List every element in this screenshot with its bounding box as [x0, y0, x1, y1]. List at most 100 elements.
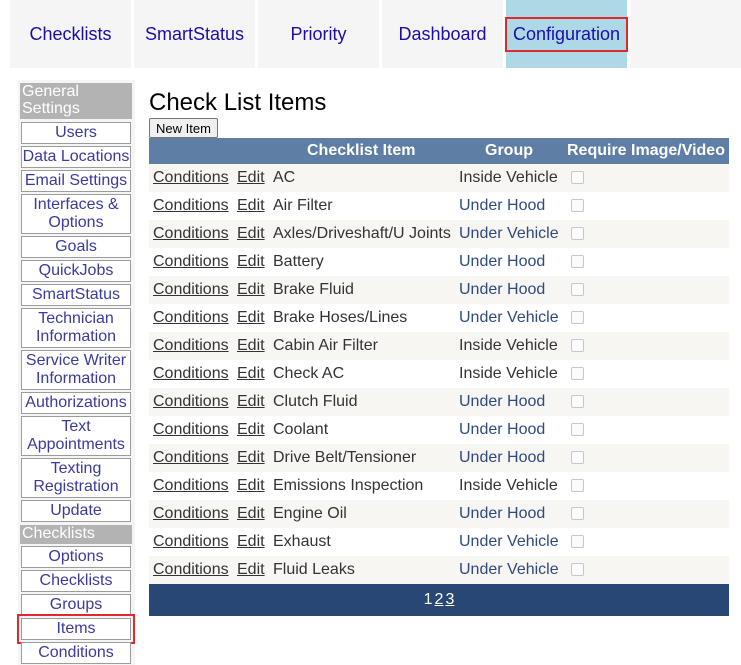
- edit-link[interactable]: Edit: [237, 253, 265, 271]
- sidebar-item-interfaces-options[interactable]: Interfaces & Options: [21, 194, 131, 234]
- edit-link[interactable]: Edit: [237, 197, 265, 215]
- checklist-item-name: Emissions Inspection: [273, 477, 424, 494]
- tab-empty: [630, 0, 741, 68]
- require-image-video-checkbox[interactable]: [571, 199, 584, 212]
- require-image-video-checkbox[interactable]: [571, 479, 584, 492]
- require-image-video-checkbox[interactable]: [571, 311, 584, 324]
- checklist-item-group: Inside Vehicle: [459, 365, 558, 382]
- tab-configuration[interactable]: Configuration: [504, 0, 629, 68]
- edit-link[interactable]: Edit: [237, 337, 265, 355]
- require-image-video-checkbox[interactable]: [571, 395, 584, 408]
- conditions-link[interactable]: Conditions: [153, 225, 229, 243]
- sidebar-heading-general-settings: General Settings: [20, 83, 132, 119]
- sidebar-item-technician-information[interactable]: Technician Information: [21, 308, 131, 348]
- edit-link[interactable]: Edit: [237, 281, 265, 299]
- checklist-item-name: Brake Fluid: [273, 281, 354, 298]
- sidebar-item-items[interactable]: Items: [17, 614, 135, 644]
- conditions-link[interactable]: Conditions: [153, 393, 229, 411]
- checklist-item-name: Exhaust: [273, 533, 331, 550]
- new-item-button[interactable]: New Item: [149, 118, 218, 138]
- conditions-link[interactable]: Conditions: [153, 253, 229, 271]
- tab-smartstatus[interactable]: SmartStatus: [134, 0, 255, 68]
- conditions-link[interactable]: Conditions: [153, 281, 229, 299]
- checklist-item-name: Battery: [273, 253, 324, 270]
- edit-link[interactable]: Edit: [237, 477, 265, 495]
- sidebar: General Settings Users Data Locations Em…: [17, 80, 135, 665]
- conditions-link[interactable]: Conditions: [153, 449, 229, 467]
- conditions-link[interactable]: Conditions: [153, 533, 229, 551]
- conditions-link[interactable]: Conditions: [153, 477, 229, 495]
- checklist-item-group: Under Hood: [459, 281, 546, 298]
- sidebar-item-checklists[interactable]: Checklists: [21, 570, 131, 592]
- edit-link[interactable]: Edit: [237, 505, 265, 523]
- sidebar-item-conditions[interactable]: Conditions: [21, 642, 131, 664]
- require-image-video-checkbox[interactable]: [571, 171, 584, 184]
- edit-link[interactable]: Edit: [237, 561, 265, 579]
- tab-priority[interactable]: Priority: [258, 0, 379, 68]
- checklist-item-group: Under Hood: [459, 393, 546, 410]
- conditions-link[interactable]: Conditions: [153, 309, 229, 327]
- grid-body: Conditions Edit AC Inside Vehicle Conditions…: [149, 164, 729, 584]
- table-row: Conditions Edit Brake Hoses/Lines Under Veh…: [149, 304, 729, 332]
- require-image-video-checkbox[interactable]: [571, 535, 584, 548]
- tab-dashboard[interactable]: Dashboard: [382, 0, 503, 68]
- table-row: Conditions Edit Brake Fluid Under Hood: [149, 276, 729, 304]
- table-row: Conditions Edit Exhaust Under Vehicle: [149, 528, 729, 556]
- sidebar-item-users[interactable]: Users: [21, 122, 131, 144]
- sidebar-item-smartstatus[interactable]: SmartStatus: [21, 284, 131, 306]
- conditions-link[interactable]: Conditions: [153, 421, 229, 439]
- column-header-checklist-item: Checklist Item: [307, 142, 416, 159]
- conditions-link[interactable]: Conditions: [153, 197, 229, 215]
- require-image-video-checkbox[interactable]: [571, 563, 584, 576]
- sidebar-item-authorizations[interactable]: Authorizations: [21, 392, 131, 414]
- pager: 1 2 3: [149, 584, 729, 616]
- edit-link[interactable]: Edit: [237, 225, 265, 243]
- require-image-video-checkbox[interactable]: [571, 423, 584, 436]
- checklist-item-name: Engine Oil: [273, 505, 347, 522]
- require-image-video-checkbox[interactable]: [571, 451, 584, 464]
- sidebar-item-options[interactable]: Options: [21, 546, 131, 568]
- require-image-video-checkbox[interactable]: [571, 339, 584, 352]
- sidebar-item-data-locations[interactable]: Data Locations: [21, 146, 131, 168]
- conditions-link[interactable]: Conditions: [153, 337, 229, 355]
- edit-link[interactable]: Edit: [237, 365, 265, 383]
- sidebar-item-goals[interactable]: Goals: [21, 236, 131, 258]
- require-image-video-checkbox[interactable]: [571, 367, 584, 380]
- require-image-video-checkbox[interactable]: [571, 227, 584, 240]
- edit-link[interactable]: Edit: [237, 393, 265, 411]
- edit-link[interactable]: Edit: [237, 309, 265, 327]
- sidebar-heading-checklists: Checklists: [20, 525, 132, 544]
- checklist-item-group: Inside Vehicle: [459, 337, 558, 354]
- checklist-item-name: Clutch Fluid: [273, 393, 358, 410]
- conditions-link[interactable]: Conditions: [153, 505, 229, 523]
- pager-link-page-2[interactable]: 2: [435, 591, 444, 609]
- edit-link[interactable]: Edit: [237, 449, 265, 467]
- table-row: Conditions Edit Emissions Inspection Inside…: [149, 472, 729, 500]
- sidebar-item-email-settings[interactable]: Email Settings: [21, 170, 131, 192]
- sidebar-item-update[interactable]: Update: [21, 500, 131, 522]
- sidebar-item-service-writer-information[interactable]: Service Writer Information: [21, 350, 131, 390]
- tab-priority-label: Priority: [290, 23, 347, 44]
- tab-dashboard-label: Dashboard: [398, 23, 487, 44]
- conditions-link[interactable]: Conditions: [153, 561, 229, 579]
- table-row: Conditions Edit Clutch Fluid Under Hood: [149, 388, 729, 416]
- checklist-item-name: Coolant: [273, 421, 329, 438]
- sidebar-item-text-appointments[interactable]: Text Appointments: [21, 416, 131, 456]
- conditions-link[interactable]: Conditions: [153, 169, 229, 187]
- sidebar-item-groups[interactable]: Groups: [21, 594, 131, 616]
- table-row: Conditions Edit AC Inside Vehicle: [149, 164, 729, 192]
- sidebar-item-texting-registration[interactable]: Texting Registration: [21, 458, 131, 498]
- checklist-item-group: Under Hood: [459, 505, 546, 522]
- table-row: Conditions Edit Air Filter Under Hood: [149, 192, 729, 220]
- pager-link-page-3[interactable]: 3: [445, 591, 454, 609]
- edit-link[interactable]: Edit: [237, 169, 265, 187]
- conditions-link[interactable]: Conditions: [153, 365, 229, 383]
- checklist-item-name: Brake Hoses/Lines: [273, 309, 408, 326]
- require-image-video-checkbox[interactable]: [571, 507, 584, 520]
- edit-link[interactable]: Edit: [237, 421, 265, 439]
- edit-link[interactable]: Edit: [237, 533, 265, 551]
- sidebar-item-quickjobs[interactable]: QuickJobs: [21, 260, 131, 282]
- require-image-video-checkbox[interactable]: [571, 255, 584, 268]
- tab-checklists[interactable]: Checklists: [10, 0, 131, 68]
- require-image-video-checkbox[interactable]: [571, 283, 584, 296]
